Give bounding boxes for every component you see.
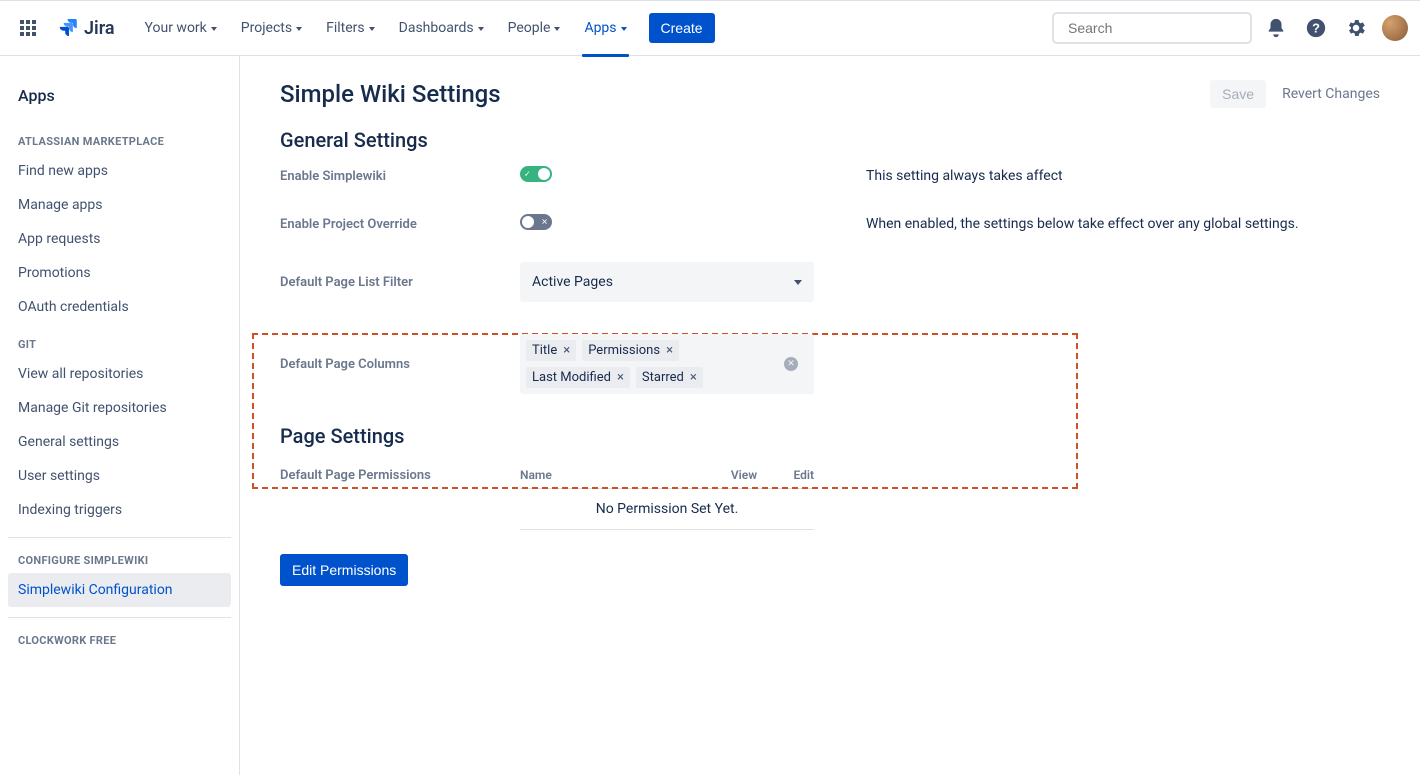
sidebar-item-app-requests[interactable]: App requests [8, 222, 231, 256]
sidebar-heading: CLOCKWORK FREE [8, 628, 231, 653]
enable-override-help: When enabled, the settings below take ef… [866, 216, 1380, 232]
column-tag-permissions: Permissions × [582, 340, 679, 361]
chevron-down-icon [369, 27, 375, 31]
svg-text:?: ? [1312, 21, 1320, 36]
chevron-down-icon [211, 27, 217, 31]
save-button[interactable]: Save [1210, 80, 1266, 108]
sidebar: Apps ATLASSIAN MARKETPLACEFind new appsM… [0, 56, 240, 775]
tag-label: Permissions [588, 343, 660, 358]
tag-label: Starred [642, 370, 684, 385]
nav-your-work[interactable]: Your work [135, 14, 227, 42]
notifications-button[interactable] [1260, 12, 1292, 44]
nav-label: Dashboards [399, 20, 474, 36]
search-input[interactable] [1068, 20, 1249, 36]
gear-icon [1345, 17, 1367, 39]
enable-override-label: Enable Project Override [280, 217, 520, 232]
default-filter-select[interactable]: Active Pages [520, 262, 814, 302]
create-button[interactable]: Create [649, 13, 715, 43]
enable-override-toggle[interactable]: ✕ [520, 214, 552, 230]
col-name: Name [520, 468, 714, 482]
help-icon: ? [1305, 17, 1327, 39]
sidebar-item-manage-git-repositories[interactable]: Manage Git repositories [8, 391, 231, 425]
user-avatar[interactable] [1382, 15, 1408, 41]
grid-icon [20, 20, 36, 36]
default-columns-multiselect[interactable]: Title × Permissions × Last Modified × Starred ×… [520, 334, 814, 394]
nav-dashboards[interactable]: Dashboards [389, 14, 494, 42]
nav-filters[interactable]: Filters [316, 14, 385, 42]
chevron-down-icon [794, 280, 802, 285]
default-permissions-label: Default Page Permissions [280, 462, 520, 483]
sidebar-item-user-settings[interactable]: User settings [8, 459, 231, 493]
sidebar-title: Apps [8, 80, 231, 111]
nav-label: People [508, 20, 551, 36]
page-title: Simple Wiki Settings [280, 80, 501, 108]
settings-button[interactable] [1340, 12, 1372, 44]
column-tag-starred: Starred × [636, 367, 703, 388]
logo-text: Jira [84, 18, 115, 39]
default-filter-value: Active Pages [532, 274, 613, 290]
sidebar-separator [8, 617, 231, 618]
col-edit: Edit [774, 468, 814, 482]
remove-tag-icon[interactable]: × [666, 344, 673, 357]
default-columns-label: Default Page Columns [280, 357, 520, 372]
app-switcher-button[interactable] [12, 12, 44, 44]
nav-apps[interactable]: Apps [574, 14, 636, 42]
check-icon: ✓ [524, 170, 531, 179]
sidebar-item-indexing-triggers[interactable]: Indexing triggers [8, 493, 231, 527]
chevron-down-icon [478, 27, 484, 31]
permissions-table: Name View Edit No Permission Set Yet. [520, 462, 814, 530]
general-settings-heading: General Settings [280, 128, 1380, 152]
enable-simplewiki-toggle[interactable]: ✓ [520, 166, 552, 182]
permissions-empty: No Permission Set Yet. [520, 489, 814, 530]
nav-label: Apps [584, 20, 616, 36]
clear-all-icon[interactable]: ✕ [784, 357, 798, 371]
col-view: View [714, 468, 774, 482]
sidebar-separator [8, 537, 231, 538]
search-box[interactable] [1052, 12, 1252, 44]
column-tag-title: Title × [526, 340, 576, 361]
remove-tag-icon[interactable]: × [563, 344, 570, 357]
chevron-down-icon [621, 27, 627, 31]
enable-simplewiki-help: This setting always takes affect [866, 168, 1380, 184]
nav-label: Filters [326, 20, 365, 36]
remove-tag-icon[interactable]: × [617, 371, 624, 384]
remove-tag-icon[interactable]: × [690, 371, 697, 384]
default-filter-label: Default Page List Filter [280, 275, 520, 290]
nav-label: Projects [241, 20, 292, 36]
help-button[interactable]: ? [1300, 12, 1332, 44]
nav-projects[interactable]: Projects [231, 14, 312, 42]
enable-simplewiki-label: Enable Simplewiki [280, 169, 520, 184]
nav-people[interactable]: People [498, 14, 571, 42]
sidebar-item-manage-apps[interactable]: Manage apps [8, 188, 231, 222]
main-content: Simple Wiki Settings Save Revert Changes… [240, 56, 1420, 775]
sidebar-heading: CONFIGURE SIMPLEWIKI [8, 548, 231, 573]
bell-icon [1265, 17, 1287, 39]
tag-label: Title [532, 343, 557, 358]
sidebar-item-find-new-apps[interactable]: Find new apps [8, 154, 231, 188]
page-settings-heading: Page Settings [280, 424, 1380, 448]
revert-button[interactable]: Revert Changes [1282, 86, 1380, 102]
sidebar-item-promotions[interactable]: Promotions [8, 256, 231, 290]
sidebar-item-view-all-repositories[interactable]: View all repositories [8, 357, 231, 391]
sidebar-item-oauth-credentials[interactable]: OAuth credentials [8, 290, 231, 324]
nav-label: Your work [145, 20, 207, 36]
sidebar-heading: ATLASSIAN MARKETPLACE [8, 129, 231, 154]
sidebar-item-simplewiki-configuration[interactable]: Simplewiki Configuration [8, 573, 231, 607]
chevron-down-icon [554, 27, 560, 31]
tag-label: Last Modified [532, 370, 611, 385]
sidebar-item-general-settings[interactable]: General settings [8, 425, 231, 459]
jira-icon [56, 16, 80, 40]
edit-permissions-button[interactable]: Edit Permissions [280, 554, 408, 586]
x-icon: ✕ [541, 218, 548, 227]
jira-logo[interactable]: Jira [56, 16, 115, 40]
sidebar-heading: GIT [8, 332, 231, 357]
chevron-down-icon [296, 27, 302, 31]
column-tag-last-modified: Last Modified × [526, 367, 630, 388]
